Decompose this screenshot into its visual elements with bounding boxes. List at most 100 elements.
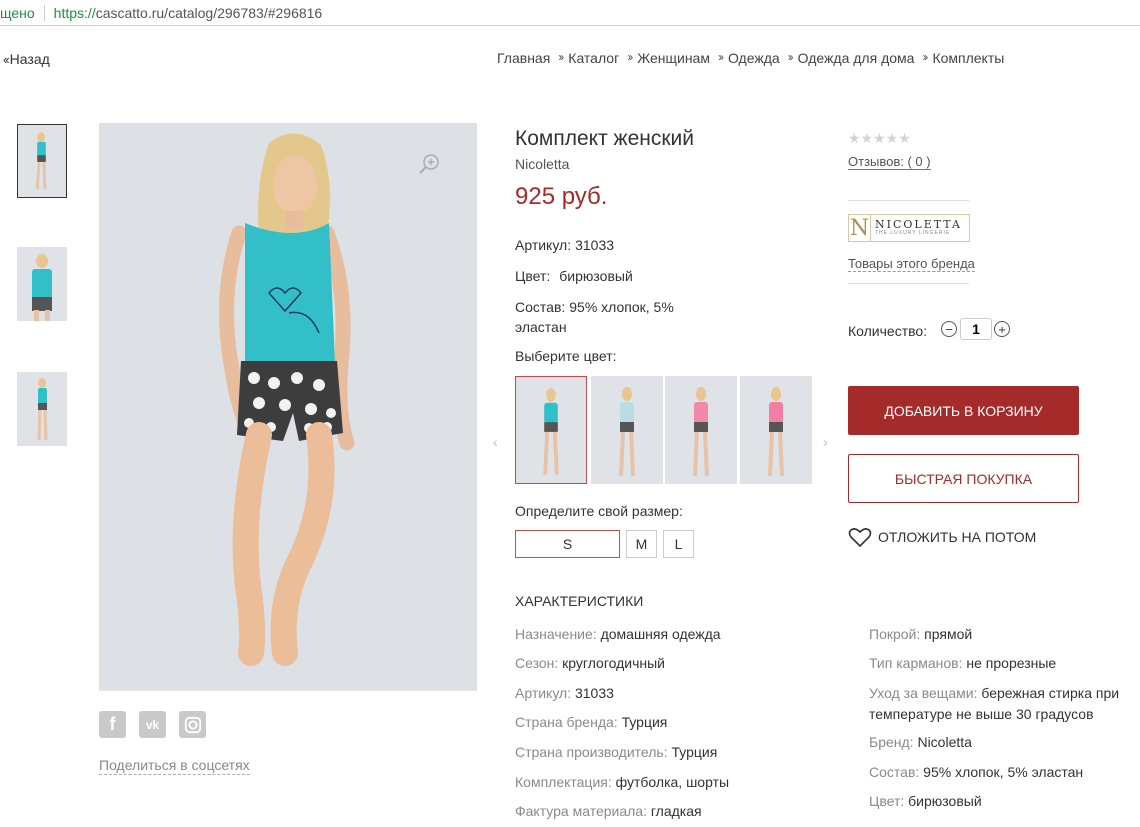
char-key: Страна бренда: bbox=[515, 714, 618, 730]
choose-color-label: Выберите цвет: bbox=[515, 348, 617, 364]
thumbnail-front[interactable] bbox=[17, 124, 67, 198]
quantity-input[interactable] bbox=[960, 318, 992, 340]
url-path: cascatto.ru/catalog/296783/#296816 bbox=[95, 4, 323, 21]
url-text[interactable]: https://cascatto.ru/catalog/296783/#2968… bbox=[54, 5, 323, 21]
size-option-s[interactable]: S bbox=[515, 530, 620, 558]
brand-logo[interactable]: N NICOLETTA THE LUXURY LINGERIE bbox=[848, 214, 970, 242]
char-value: бережная стирка при bbox=[981, 685, 1120, 701]
char-key: Бренд: bbox=[869, 734, 914, 750]
composition-value-cont: эластан bbox=[515, 319, 567, 335]
size-option-m[interactable]: M bbox=[626, 530, 657, 558]
color-swatch-pink[interactable] bbox=[665, 376, 737, 484]
char-value: Турция bbox=[671, 744, 718, 760]
thumbnail-full[interactable] bbox=[17, 372, 67, 446]
char-care: Уход за вещами: бережная стирка при bbox=[869, 683, 1119, 704]
model-photo bbox=[17, 247, 67, 321]
quick-buy-button[interactable]: БЫСТРАЯ ПОКУПКА bbox=[848, 454, 1079, 503]
vk-icon[interactable]: vk bbox=[139, 711, 166, 738]
breadcrumb-catalog[interactable]: Каталог bbox=[568, 50, 619, 66]
char-key: Фактура материала: bbox=[515, 803, 647, 819]
breadcrumb-clothing[interactable]: Одежда bbox=[728, 50, 780, 66]
add-to-cart-button[interactable]: ДОБАВИТЬ В КОРЗИНУ bbox=[848, 386, 1079, 435]
breadcrumb-homewear[interactable]: Одежда для дома bbox=[798, 50, 915, 66]
char-value: круглогодичный bbox=[562, 655, 665, 671]
char-pockets: Тип карманов: не прорезные bbox=[869, 653, 1056, 674]
back-link[interactable]: ‹‹ Назад bbox=[3, 51, 50, 67]
product-price: 925 руб. bbox=[515, 183, 608, 210]
quantity-decrease-button[interactable]: − bbox=[941, 321, 957, 337]
model-photo bbox=[516, 377, 586, 483]
address-divider bbox=[43, 4, 45, 21]
chevron-left-icon[interactable]: ‹ bbox=[493, 434, 498, 450]
char-cut: Покрой: прямой bbox=[869, 624, 972, 645]
article-row: Артикул: 31033 bbox=[515, 235, 614, 255]
char-value: температуре не выше 30 градусов bbox=[869, 706, 1094, 722]
address-bar[interactable]: щено https://cascatto.ru/catalog/296783/… bbox=[0, 0, 1140, 26]
brand-logo-tagline: THE LUXURY LINGERIE bbox=[875, 230, 951, 236]
brand-logo-name: NICOLETTA bbox=[875, 218, 962, 231]
instagram-icon[interactable] bbox=[179, 711, 206, 738]
thumbnail-closeup[interactable] bbox=[17, 247, 67, 321]
back-label: Назад bbox=[9, 51, 50, 67]
reviews-link[interactable]: Отзывов: ( 0 ) bbox=[848, 155, 931, 170]
social-links: f vk bbox=[99, 711, 206, 738]
model-photo bbox=[740, 376, 812, 484]
zoom-in-icon[interactable] bbox=[419, 153, 441, 175]
char-key: Уход за вещами: bbox=[869, 685, 978, 701]
divider bbox=[848, 283, 969, 284]
breadcrumb-home[interactable]: Главная bbox=[497, 50, 550, 66]
chevron-right-icon: ›› bbox=[558, 50, 564, 64]
chevron-right-icon: ›› bbox=[787, 50, 794, 64]
char-season: Сезон: круглогодичный bbox=[515, 653, 665, 674]
char-brand: Бренд: Nicoletta bbox=[869, 732, 972, 753]
brand-logo-mark: N bbox=[849, 215, 871, 241]
composition-label: Состав: bbox=[515, 299, 566, 315]
divider bbox=[848, 200, 969, 201]
article-value: 31033 bbox=[575, 237, 615, 253]
characteristics-title: ХАРАКТЕРИСТИКИ bbox=[515, 593, 644, 609]
char-value: гладкая bbox=[650, 803, 702, 819]
char-key: Страна производитель: bbox=[515, 744, 668, 760]
char-value: Турция bbox=[621, 714, 668, 730]
secure-indicator[interactable]: щено bbox=[0, 5, 35, 21]
color-swatch-turquoise[interactable] bbox=[515, 376, 587, 484]
char-value: бирюзовый bbox=[908, 793, 982, 809]
quantity-label: Количество: bbox=[848, 323, 928, 339]
size-option-l[interactable]: L bbox=[663, 530, 694, 558]
product-brand: Nicoletta bbox=[515, 156, 570, 172]
chevron-right-icon: ›› bbox=[717, 50, 724, 64]
image-divider bbox=[99, 690, 477, 691]
chevron-right-icon: ›› bbox=[627, 50, 633, 64]
chevron-right-icon[interactable]: › bbox=[823, 434, 828, 450]
char-value: прямой bbox=[924, 626, 973, 642]
color-swatch-rose[interactable] bbox=[740, 376, 812, 484]
facebook-icon[interactable]: f bbox=[99, 711, 126, 738]
char-value: 95% хлопок, 5% эластан bbox=[923, 764, 1084, 780]
save-for-later-button[interactable]: ОТЛОЖИТЬ НА ПОТОМ bbox=[848, 526, 1036, 548]
main-product-image[interactable] bbox=[99, 123, 477, 690]
char-value: не прорезные bbox=[966, 655, 1057, 671]
model-photo bbox=[591, 376, 663, 484]
product-title: Комплект женский bbox=[515, 127, 695, 150]
rating-stars[interactable]: ★★★★★ bbox=[848, 130, 911, 147]
breadcrumb-women[interactable]: Женщинам bbox=[637, 50, 710, 66]
breadcrumb: Главная ›› Каталог ›› Женщинам ›› Одежда… bbox=[497, 50, 1004, 66]
composition-value: 95% хлопок, 5% bbox=[569, 299, 674, 315]
char-color: Цвет: бирюзовый bbox=[869, 791, 982, 812]
char-key: Тип карманов: bbox=[869, 655, 963, 671]
share-link[interactable]: Поделиться в соцсетях bbox=[99, 757, 250, 775]
char-texture: Фактура материала: гладкая bbox=[515, 801, 702, 822]
model-photo bbox=[17, 372, 67, 446]
model-photo bbox=[665, 376, 737, 484]
char-article: Артикул: 31033 bbox=[515, 683, 614, 704]
char-key: Сезон: bbox=[515, 655, 559, 671]
double-chevron-left-icon: ‹‹ bbox=[3, 51, 10, 67]
size-label: Определите свой размер: bbox=[515, 503, 683, 519]
char-manufacturer-country: Страна производитель: Турция bbox=[515, 742, 717, 763]
quantity-increase-button[interactable]: + bbox=[994, 321, 1010, 337]
color-swatch-light-blue[interactable] bbox=[591, 376, 663, 484]
model-photo bbox=[18, 125, 66, 197]
brand-products-link[interactable]: Товары этого бренда bbox=[848, 256, 975, 272]
url-scheme: https:// bbox=[53, 4, 96, 21]
breadcrumb-sets[interactable]: Комплекты bbox=[932, 50, 1004, 66]
